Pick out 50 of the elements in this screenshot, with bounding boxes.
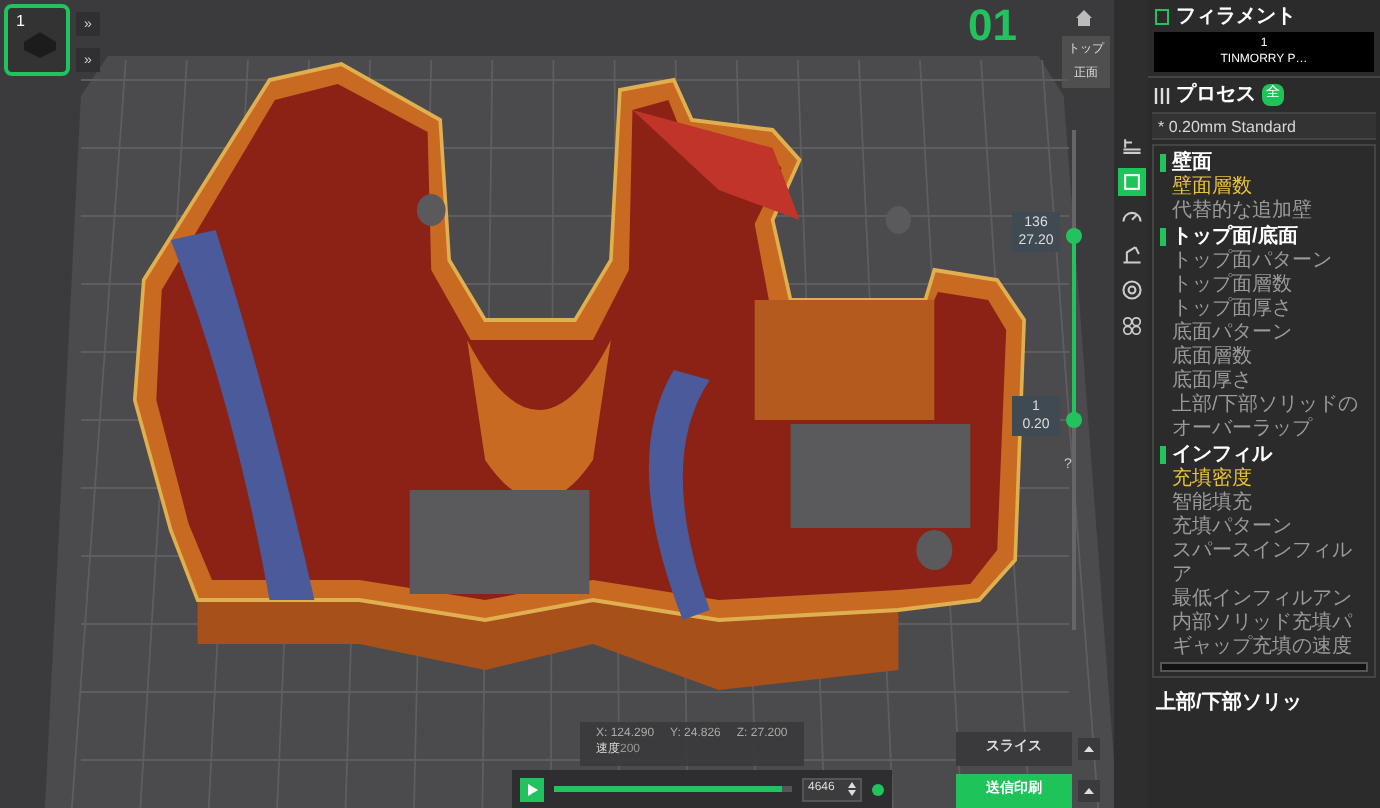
- caret-up-icon: [1084, 746, 1094, 752]
- setting-item[interactable]: トップ面層数: [1160, 274, 1368, 298]
- caret-up-icon: [1084, 788, 1094, 794]
- tool-button[interactable]: [1117, 276, 1145, 304]
- home-icon[interactable]: [1074, 8, 1094, 28]
- support-icon: [1119, 242, 1143, 266]
- section-title: フィラメント: [1176, 3, 1296, 31]
- expand-up-button[interactable]: [1078, 738, 1100, 760]
- setting-item[interactable]: 底面層数: [1160, 346, 1368, 370]
- square-icon: [1119, 170, 1143, 194]
- plate-number: 01: [968, 4, 1017, 48]
- setting-item[interactable]: 最低インフィルアン: [1160, 588, 1368, 612]
- setting-item[interactable]: トップ面厚さ: [1160, 298, 1368, 322]
- group-marker: [1160, 446, 1166, 464]
- setting-item[interactable]: 底面厚さ: [1160, 370, 1368, 394]
- ring-icon: [1119, 278, 1143, 302]
- status-indicator: [872, 783, 884, 795]
- tool-button[interactable]: [1117, 240, 1145, 268]
- play-icon: [526, 783, 538, 795]
- group-title: トップ面/底面: [1172, 224, 1298, 249]
- layer-handle[interactable]: [1066, 227, 1082, 243]
- tool-button[interactable]: [1117, 312, 1145, 340]
- setting-item[interactable]: 智能填充: [1160, 492, 1368, 516]
- circles-icon: [1119, 314, 1143, 338]
- tool-button[interactable]: [1117, 168, 1145, 196]
- setting-item[interactable]: ギャップ充填の速度: [1160, 636, 1368, 660]
- play-button[interactable]: [520, 777, 544, 801]
- setting-item[interactable]: 壁面層数: [1160, 176, 1368, 200]
- group-marker: [1160, 228, 1166, 246]
- setting-item[interactable]: 充填密度: [1160, 468, 1368, 492]
- setting-item[interactable]: 代替的な追加壁: [1160, 200, 1368, 224]
- setting-item[interactable]: スパースインフィルア: [1160, 540, 1368, 588]
- group-title: インフィル: [1172, 442, 1272, 467]
- setting-item[interactable]: 充填パターン: [1160, 516, 1368, 540]
- spinner-arrows-icon: [848, 782, 856, 796]
- part-icon: [22, 28, 58, 60]
- setting-item[interactable]: 底面パターン: [1160, 322, 1368, 346]
- section-title: プロセス: [1176, 80, 1256, 110]
- scroll-bar[interactable]: [1160, 662, 1368, 672]
- setting-item[interactable]: 内部ソリッド充填パ: [1160, 612, 1368, 636]
- group-title: 壁面: [1172, 150, 1212, 175]
- layers-icon: [1119, 134, 1143, 158]
- expand-up-button[interactable]: [1078, 780, 1100, 802]
- preset-dropdown[interactable]: * 0.20mm Standard: [1152, 112, 1376, 140]
- section-title: 上部/下部ソリッ: [1154, 689, 1304, 718]
- setting-item[interactable]: トップ面パターン: [1160, 250, 1368, 274]
- plate-thumbnail[interactable]: 1: [4, 4, 70, 76]
- setting-item[interactable]: 上部/下部ソリッドのオーバーラップ: [1160, 394, 1368, 442]
- plate-index: 1: [16, 10, 25, 34]
- group-marker: [1160, 154, 1166, 172]
